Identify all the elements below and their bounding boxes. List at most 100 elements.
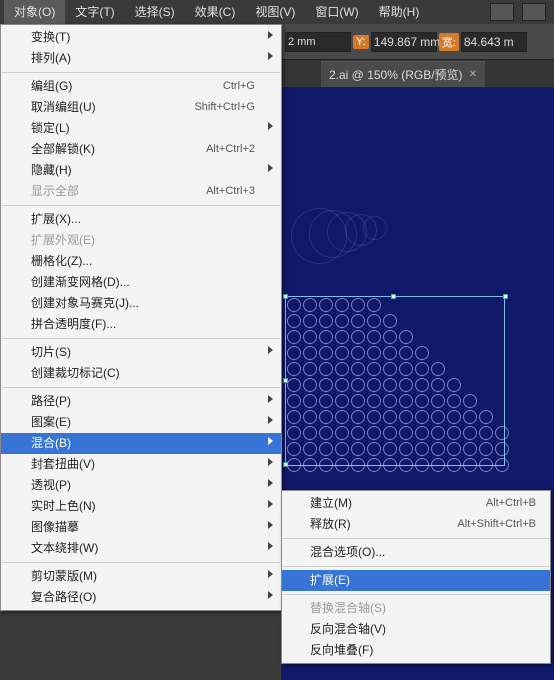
menu-window[interactable]: 窗口(W) xyxy=(305,0,368,24)
menu-shortcut: Alt+Ctrl+3 xyxy=(206,181,255,202)
menu-item[interactable]: 复合路径(O) xyxy=(1,587,281,608)
artwork-circle xyxy=(303,426,317,440)
menu-item[interactable]: 切片(S) xyxy=(1,342,281,363)
menu-item[interactable]: 混合(B) xyxy=(1,433,281,454)
artwork-circle xyxy=(415,426,429,440)
submenu-item[interactable]: 反向堆叠(F) xyxy=(282,640,550,661)
artwork-circle xyxy=(431,410,445,424)
submenu-item-label: 释放(R) xyxy=(310,514,351,535)
artwork-circle xyxy=(303,362,317,376)
menu-item[interactable]: 文本绕排(W) xyxy=(1,538,281,559)
menu-item[interactable]: 创建渐变网格(D)... xyxy=(1,272,281,293)
artwork-circle xyxy=(415,442,429,456)
artwork-circle xyxy=(463,458,477,472)
menu-item[interactable]: 锁定(L) xyxy=(1,118,281,139)
artwork-circle xyxy=(367,378,381,392)
submenu-item[interactable]: 释放(R)Alt+Shift+Ctrl+B xyxy=(282,514,550,535)
menu-item[interactable]: 变换(T) xyxy=(1,27,281,48)
submenu-item[interactable]: 建立(M)Alt+Ctrl+B xyxy=(282,493,550,514)
artwork-circle xyxy=(447,426,461,440)
menu-item-label: 图案(E) xyxy=(31,412,71,433)
menu-item-label: 文本绕排(W) xyxy=(31,538,98,559)
object-menu: 变换(T)排列(A) 编组(G)Ctrl+G取消编组(U)Shift+Ctrl+G… xyxy=(0,24,282,611)
artwork-circle xyxy=(335,458,349,472)
menu-item-label: 显示全部 xyxy=(31,181,79,202)
menu-item[interactable]: 图案(E) xyxy=(1,412,281,433)
menu-item[interactable]: 全部解锁(K)Alt+Ctrl+2 xyxy=(1,139,281,160)
menu-item[interactable]: 封套扭曲(V) xyxy=(1,454,281,475)
options-bar: 2 mm Y: 149.867 mm 宽: 84.643 m xyxy=(281,24,554,60)
menu-item-label: 创建对象马赛克(J)... xyxy=(31,293,139,314)
artwork-circle xyxy=(303,458,317,472)
menu-help[interactable]: 帮助(H) xyxy=(369,0,430,24)
menu-item-label: 混合(B) xyxy=(31,433,71,454)
x-value-fragment[interactable]: 2 mm xyxy=(285,32,351,52)
menu-view[interactable]: 视图(V) xyxy=(245,0,305,24)
menu-item-label: 隐藏(H) xyxy=(31,160,72,181)
toolbar-icon-2[interactable] xyxy=(522,3,546,21)
artwork-circle xyxy=(495,426,509,440)
menu-item[interactable]: 剪切蒙版(M) xyxy=(1,566,281,587)
submenu-item-label: 反向堆叠(F) xyxy=(310,640,373,661)
document-tab[interactable]: 2.ai @ 150% (RGB/预览) ✕ xyxy=(321,61,485,87)
menu-text[interactable]: 文字(T) xyxy=(65,0,124,24)
menu-item[interactable]: 图像描摹 xyxy=(1,517,281,538)
artwork-circle xyxy=(319,362,333,376)
submenu-item[interactable]: 混合选项(O)... xyxy=(282,542,550,563)
artwork-circle xyxy=(431,362,445,376)
menu-item[interactable]: 拼合透明度(F)... xyxy=(1,314,281,335)
menu-select[interactable]: 选择(S) xyxy=(125,0,185,24)
selection-handle[interactable] xyxy=(503,294,508,299)
submenu-item[interactable]: 扩展(E) xyxy=(282,570,550,591)
artwork-circle xyxy=(351,442,365,456)
tab-prefix-icon[interactable] xyxy=(281,61,317,87)
menu-item-label: 拼合透明度(F)... xyxy=(31,314,116,335)
submenu-item-label: 扩展(E) xyxy=(310,570,350,591)
artwork-circle xyxy=(431,394,445,408)
menu-separator xyxy=(2,562,280,563)
menu-item-label: 全部解锁(K) xyxy=(31,139,95,160)
artwork-circle xyxy=(431,442,445,456)
menu-item[interactable]: 创建对象马赛克(J)... xyxy=(1,293,281,314)
menu-item-label: 栅格化(Z)... xyxy=(31,251,92,272)
menu-item-label: 实时上色(N) xyxy=(31,496,96,517)
artwork-circle xyxy=(399,410,413,424)
artwork-circle xyxy=(351,394,365,408)
y-value[interactable]: 149.867 mm xyxy=(371,32,437,52)
artwork-circle xyxy=(495,442,509,456)
menu-item: 扩展外观(E) xyxy=(1,230,281,251)
menu-item[interactable]: 扩展(X)... xyxy=(1,209,281,230)
menu-item[interactable]: 栅格化(Z)... xyxy=(1,251,281,272)
menu-item[interactable]: 编组(G)Ctrl+G xyxy=(1,76,281,97)
menu-object[interactable]: 对象(O) xyxy=(4,0,65,24)
menu-item-label: 复合路径(O) xyxy=(31,587,96,608)
artwork-circle xyxy=(415,394,429,408)
menu-item[interactable]: 路径(P) xyxy=(1,391,281,412)
artwork-circle xyxy=(383,442,397,456)
toolbar-icon-1[interactable] xyxy=(490,3,514,21)
menu-separator xyxy=(2,387,280,388)
artwork-circle xyxy=(383,426,397,440)
menu-effect[interactable]: 效果(C) xyxy=(185,0,246,24)
menu-item[interactable]: 透视(P) xyxy=(1,475,281,496)
close-icon[interactable]: ✕ xyxy=(469,62,477,88)
selection-handle[interactable] xyxy=(283,294,288,299)
artwork-circle xyxy=(367,314,381,328)
menu-item[interactable]: 取消编组(U)Shift+Ctrl+G xyxy=(1,97,281,118)
menu-item[interactable]: 实时上色(N) xyxy=(1,496,281,517)
submenu-item[interactable]: 反向混合轴(V) xyxy=(282,619,550,640)
menu-item[interactable]: 排列(A) xyxy=(1,48,281,69)
menu-item-label: 取消编组(U) xyxy=(31,97,96,118)
selection-handle[interactable] xyxy=(391,294,396,299)
artwork-circle xyxy=(447,394,461,408)
artwork-circle xyxy=(319,330,333,344)
artwork-circle xyxy=(303,314,317,328)
artwork-circle xyxy=(319,410,333,424)
artwork-circle xyxy=(399,458,413,472)
menu-item[interactable]: 创建裁切标记(C) xyxy=(1,363,281,384)
artwork-circle xyxy=(479,410,493,424)
width-value[interactable]: 84.643 m xyxy=(461,32,527,52)
menu-item[interactable]: 隐藏(H) xyxy=(1,160,281,181)
artwork-circle xyxy=(415,362,429,376)
artwork-circle xyxy=(431,426,445,440)
